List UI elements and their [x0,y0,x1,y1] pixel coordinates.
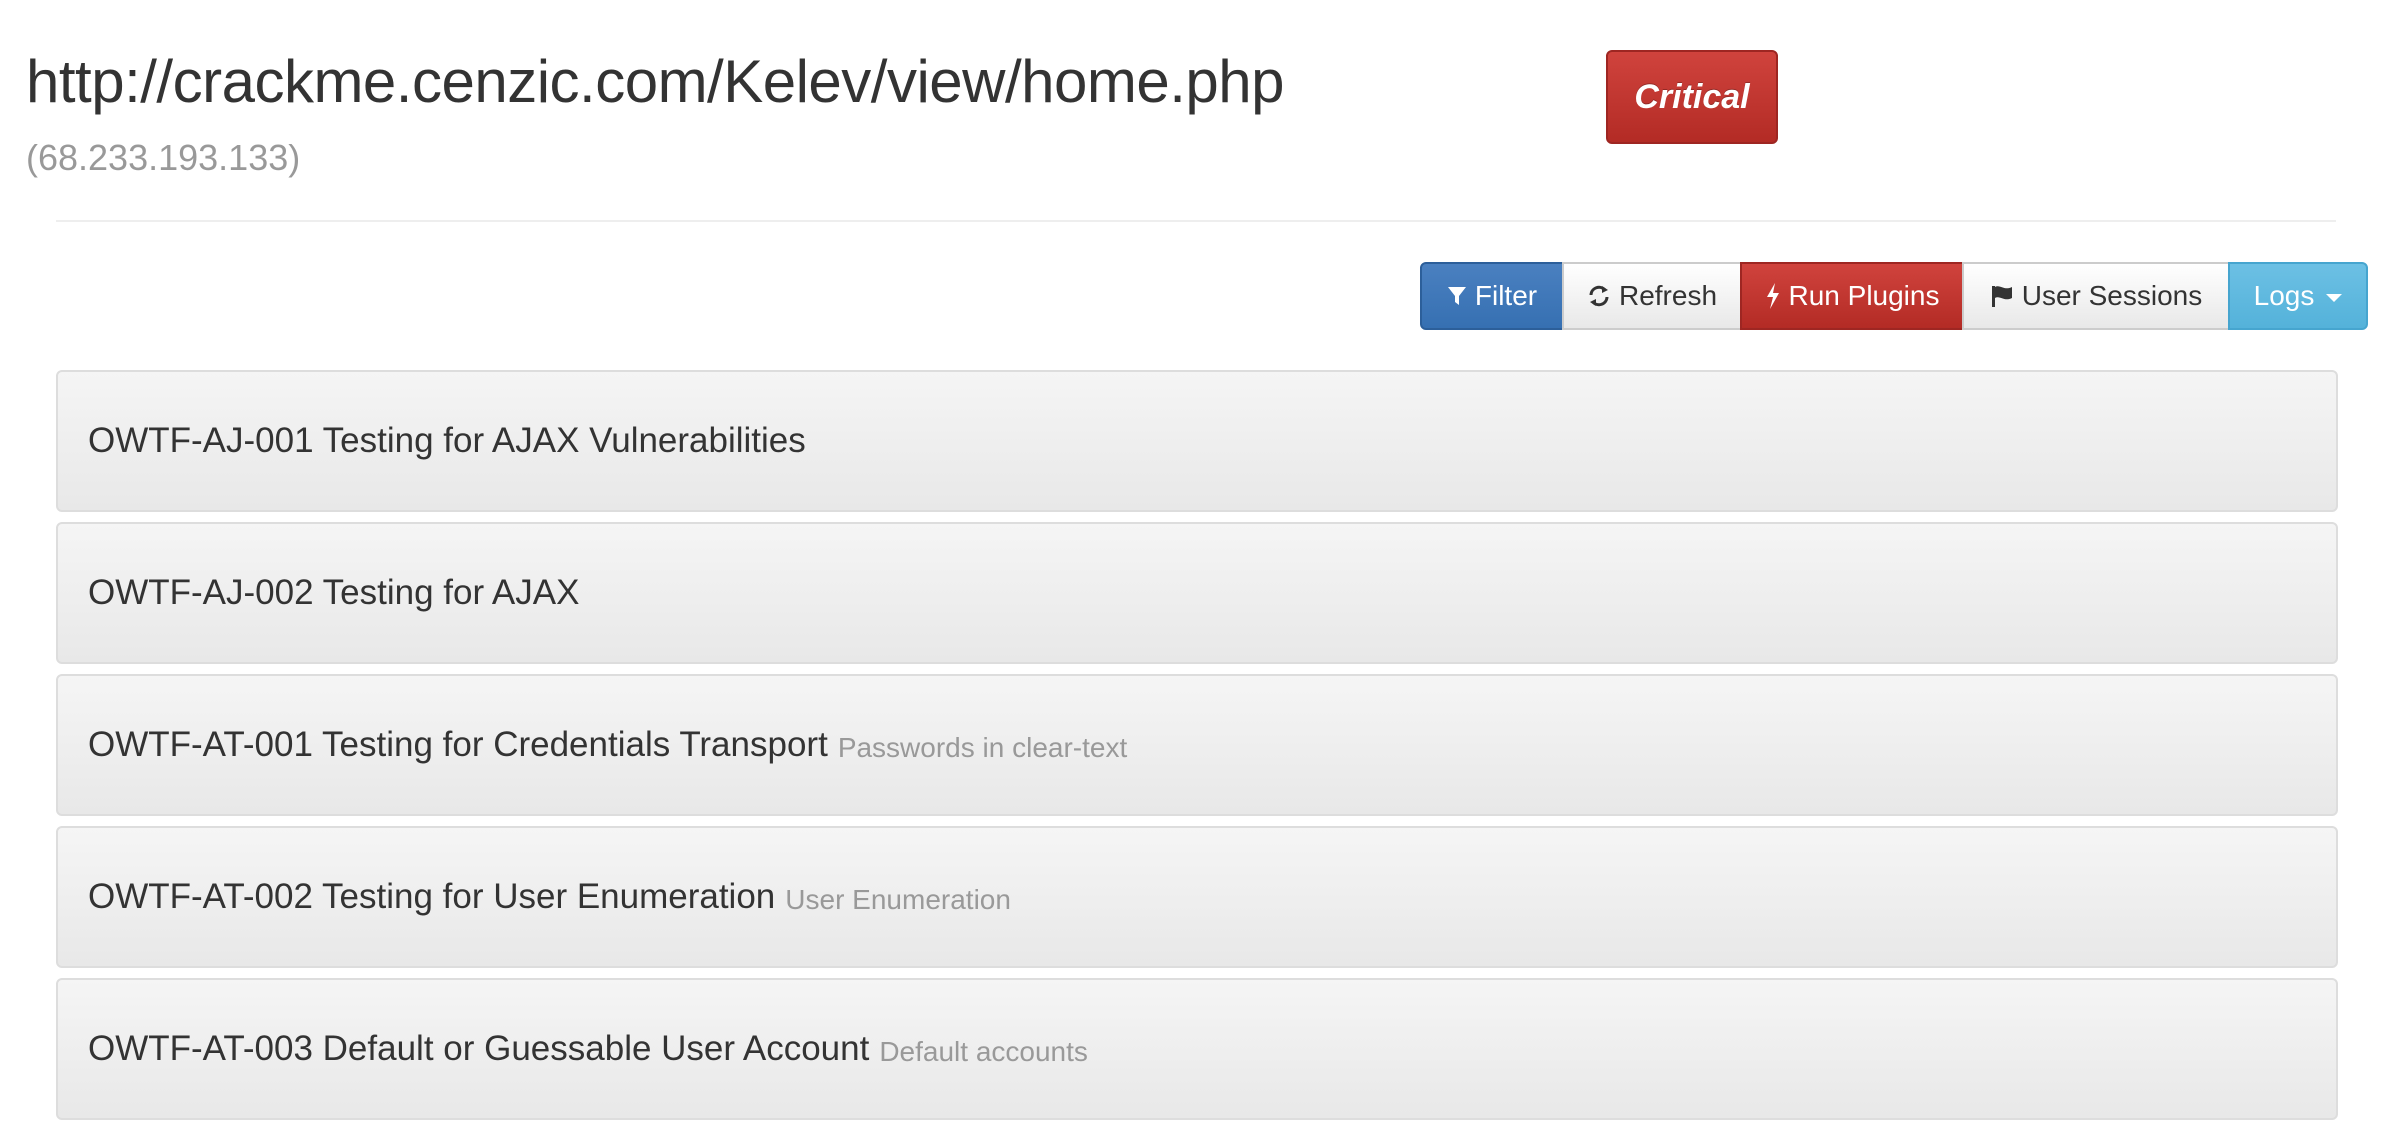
plugin-panel-title: OWTF-AT-001 Testing for Credentials Tran… [88,725,828,764]
page: http://crackme.cenzic.com/Kelev/view/hom… [0,0,2392,1132]
run-plugins-button[interactable]: Run Plugins [1740,262,1964,330]
plugin-panel-subtitle: User Enumeration [785,884,1011,915]
plugin-panel-subtitle: Default accounts [879,1036,1088,1067]
toolbar: Filter Refresh Run Plugins User Sessions… [1420,262,2368,330]
severity-badge[interactable]: Critical [1606,50,1778,144]
filter-icon [1447,285,1467,307]
user-sessions-button-label: User Sessions [2021,280,2203,311]
plugin-panel[interactable]: OWTF-AJ-002 Testing for AJAX [56,522,2338,664]
chevron-down-icon [2326,294,2343,302]
target-url: http://crackme.cenzic.com/Kelev/view/hom… [26,48,1285,115]
plugin-panel-title: OWTF-AJ-002 Testing for AJAX [88,573,580,612]
flag-icon [1990,284,2014,308]
logs-dropdown-button[interactable]: Logs [2228,262,2368,330]
plugin-panel-list: OWTF-AJ-001 Testing for AJAX Vulnerabili… [56,370,2338,1130]
refresh-button[interactable]: Refresh [1562,262,1742,330]
plugin-panel[interactable]: OWTF-AT-001 Testing for Credentials Tran… [56,674,2338,816]
refresh-button-label: Refresh [1618,280,1718,311]
plugin-panel-title: OWTF-AT-003 Default or Guessable User Ac… [88,1029,870,1068]
header-divider [56,220,2336,222]
user-sessions-button[interactable]: User Sessions [1962,262,2230,330]
target-ip: (68.233.193.133) [26,137,301,178]
plugin-panel[interactable]: OWTF-AT-003 Default or Guessable User Ac… [56,978,2338,1120]
plugin-panel-subtitle: Passwords in clear-text [837,732,1128,763]
bolt-icon [1765,283,1781,309]
plugin-panel[interactable]: OWTF-AJ-001 Testing for AJAX Vulnerabili… [56,370,2338,512]
logs-button-label: Logs [2253,280,2315,311]
plugin-panel-title: OWTF-AJ-001 Testing for AJAX Vulnerabili… [88,421,806,460]
run-plugins-button-label: Run Plugins [1788,280,1940,311]
filter-button-label: Filter [1474,280,1538,311]
refresh-icon [1587,284,1611,308]
plugin-panel[interactable]: OWTF-AT-002 Testing for User Enumeration… [56,826,2338,968]
filter-button[interactable]: Filter [1420,262,1564,330]
plugin-panel-title: OWTF-AT-002 Testing for User Enumeration [88,877,776,916]
